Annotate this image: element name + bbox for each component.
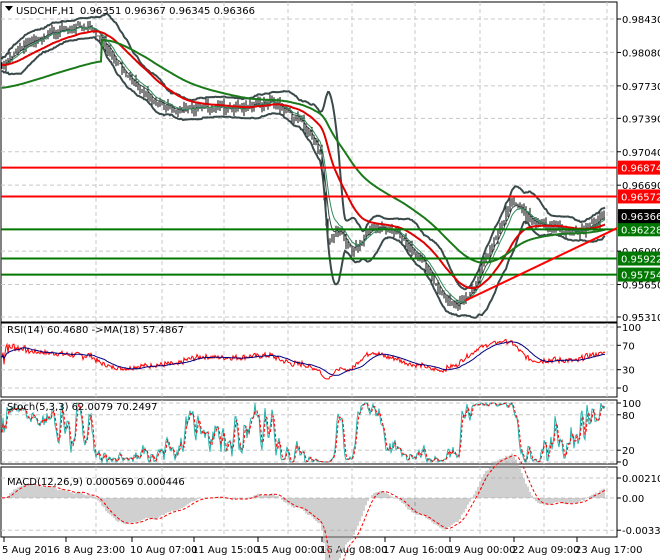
y-tick-label: 70 (622, 341, 635, 352)
y-tick-label: 100 (622, 323, 641, 334)
y-tick-label: 30 (622, 366, 635, 377)
x-tick-label: 22 Aug 09:00 (512, 545, 579, 556)
y-tick-label: 20 (622, 446, 635, 457)
x-tick-label: 15 Aug 00:00 (256, 545, 323, 556)
y-tick-label: 0.95650 (622, 281, 660, 292)
x-tick-label: 23 Aug 17:00 (575, 545, 642, 556)
y-tick-label: 0.002103 (622, 474, 660, 485)
level-label: 0.96572 (621, 192, 660, 203)
y-tick-label: 0.97040 (622, 148, 660, 159)
x-tick-label: 19 Aug 00:00 (448, 545, 515, 556)
chart-canvas[interactable]: 0.984300.980800.977300.973900.970400.966… (0, 0, 660, 560)
x-tick-label: 5 Aug 2016 (2, 545, 60, 556)
chart-window: 0.98430 0.98080 0.97730 0.97390 0.97040 0.966… (0, 0, 660, 560)
y-tick-label: 0.98080 (622, 48, 660, 59)
level-label: 0.96228 (621, 225, 660, 236)
y-tick-label: 100 (622, 399, 641, 410)
ma-fast (1, 25, 606, 307)
level-label: 0.95922 (621, 255, 660, 266)
bollinger-lower (1, 36, 606, 319)
level-label: 0.95754 (621, 271, 660, 282)
current-price-label: 0.96366 (621, 212, 660, 223)
ohlc-values: 0.96351 0.96367 0.96345 0.96366 (80, 6, 255, 17)
chart-title: USDCHF,H1 (16, 6, 75, 17)
x-tick-label: 11 Aug 15:00 (192, 545, 259, 556)
y-tick-label: 0 (622, 384, 628, 395)
y-tick-label: 0 (622, 458, 628, 469)
y-tick-label: 0.98430 (622, 15, 660, 26)
y-tick-label: 0.00 (622, 494, 644, 505)
x-tick-label: 10 Aug 07:00 (130, 545, 197, 556)
macd-title: MACD(12,26,9) 0.000569 0.000446 (7, 477, 185, 488)
y-tick-label: 0.97730 (622, 82, 660, 93)
ma-short (1, 26, 606, 304)
dropdown-triangle-icon (5, 6, 13, 11)
y-tick-label: -0.003389 (622, 526, 660, 537)
stoch-title: Stoch(5,3,3) 62.0079 70.2497 (7, 402, 158, 413)
rsi-title: RSI(14) 60.4680 ->MA(18) 57.4867 (7, 325, 184, 336)
x-tick-label: 17 Aug 16:00 (383, 545, 450, 556)
y-tick-label: 80 (622, 411, 635, 422)
level-label: 0.96874 (621, 164, 660, 175)
y-tick-label: 0.97390 (622, 114, 660, 125)
x-tick-label: 8 Aug 23:00 (64, 545, 125, 556)
trendline (464, 227, 618, 302)
